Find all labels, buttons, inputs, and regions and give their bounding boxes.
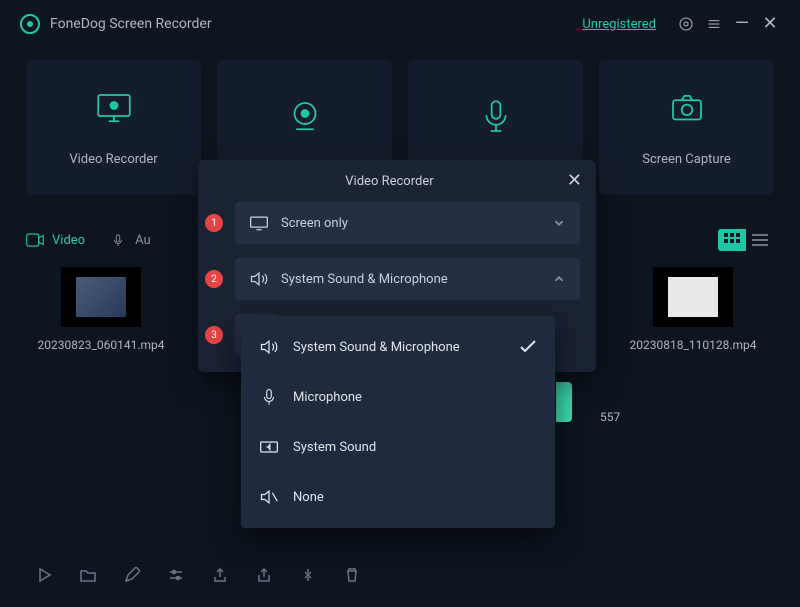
minimize-button[interactable]: — bbox=[732, 14, 752, 34]
mode-video-recorder[interactable]: Video Recorder bbox=[26, 60, 201, 195]
dropdown-label: None bbox=[293, 490, 537, 505]
library-item[interactable]: 20230818_110128.mp4 bbox=[628, 267, 758, 353]
dropdown-label: Microphone bbox=[293, 390, 537, 405]
step-audio: 2 System Sound & Microphone bbox=[214, 258, 580, 300]
step-badge-icon: 1 bbox=[205, 214, 223, 232]
webcam-icon bbox=[284, 96, 326, 142]
play-button[interactable] bbox=[36, 567, 52, 583]
audio-source-dropdown: System Sound & Microphone Microphone Sys… bbox=[241, 316, 555, 528]
modal-close-button[interactable]: ✕ bbox=[567, 172, 582, 190]
thumbnail-icon bbox=[653, 267, 733, 327]
chevron-up-icon bbox=[552, 272, 566, 286]
chevron-down-icon bbox=[552, 216, 566, 230]
step-screen: 1 Screen only bbox=[214, 202, 580, 244]
select-label: Screen only bbox=[281, 216, 540, 231]
mode-label: Screen Capture bbox=[642, 152, 730, 167]
compress-button[interactable] bbox=[300, 567, 316, 583]
library-tab-video[interactable]: Video bbox=[26, 233, 85, 248]
view-list-button[interactable] bbox=[746, 229, 774, 251]
app-logo-icon bbox=[20, 14, 40, 34]
dropdown-option-none[interactable]: None bbox=[241, 472, 555, 522]
system-sound-icon bbox=[259, 438, 279, 456]
library-tab-label: Video bbox=[52, 233, 85, 248]
mode-screen-capture[interactable]: Screen Capture bbox=[599, 60, 774, 195]
app-title: FoneDog Screen Recorder bbox=[50, 16, 212, 32]
microphone-icon bbox=[475, 96, 517, 142]
edit-button[interactable] bbox=[124, 567, 140, 583]
unregistered-link[interactable]: Unregistered bbox=[582, 17, 656, 32]
dropdown-label: System Sound & Microphone bbox=[293, 340, 505, 355]
step-badge-icon: 3 bbox=[205, 326, 223, 344]
library-item-label: 557 bbox=[600, 410, 620, 424]
menu-icon[interactable] bbox=[704, 14, 724, 34]
camera-icon bbox=[666, 88, 708, 134]
library-item[interactable]: 20230823_060141.mp4 bbox=[36, 267, 166, 353]
library-item-label: 20230823_060141.mp4 bbox=[37, 337, 164, 353]
dropdown-option-microphone[interactable]: Microphone bbox=[241, 372, 555, 422]
modal-header: Video Recorder ✕ bbox=[198, 160, 596, 202]
microphone-icon bbox=[259, 388, 279, 406]
titlebar: FoneDog Screen Recorder Unregistered — ✕ bbox=[0, 0, 800, 48]
folder-button[interactable] bbox=[80, 567, 96, 583]
settings-icon[interactable] bbox=[676, 14, 696, 34]
library-item-label: 20230818_110128.mp4 bbox=[629, 337, 756, 353]
screen-source-select[interactable]: Screen only bbox=[235, 202, 580, 244]
mode-label: Video Recorder bbox=[69, 152, 157, 167]
record-button[interactable] bbox=[556, 382, 572, 422]
dropdown-option-system-sound[interactable]: System Sound bbox=[241, 422, 555, 472]
close-button[interactable]: ✕ bbox=[760, 14, 780, 34]
bottom-toolbar bbox=[0, 547, 800, 603]
dropdown-label: System Sound bbox=[293, 440, 537, 455]
export-button[interactable] bbox=[212, 567, 228, 583]
select-label: System Sound & Microphone bbox=[281, 272, 540, 287]
modal-title: Video Recorder bbox=[212, 174, 567, 189]
step-badge-icon: 2 bbox=[205, 270, 223, 288]
delete-button[interactable] bbox=[344, 567, 360, 583]
check-icon bbox=[519, 340, 537, 354]
audio-source-select[interactable]: System Sound & Microphone bbox=[235, 258, 580, 300]
view-toggle bbox=[718, 229, 774, 251]
view-grid-button[interactable] bbox=[718, 229, 746, 251]
library-tab-audio[interactable]: Au bbox=[109, 233, 151, 248]
adjust-button[interactable] bbox=[168, 567, 184, 583]
monitor-icon bbox=[249, 215, 269, 231]
library-tab-label: Au bbox=[135, 233, 151, 248]
speaker-icon bbox=[259, 338, 279, 356]
thumbnail-icon bbox=[61, 267, 141, 327]
dropdown-option-system-and-mic[interactable]: System Sound & Microphone bbox=[241, 322, 555, 372]
speaker-icon bbox=[249, 271, 269, 287]
mute-icon bbox=[259, 488, 279, 506]
share-button[interactable] bbox=[256, 567, 272, 583]
monitor-icon bbox=[93, 88, 135, 134]
